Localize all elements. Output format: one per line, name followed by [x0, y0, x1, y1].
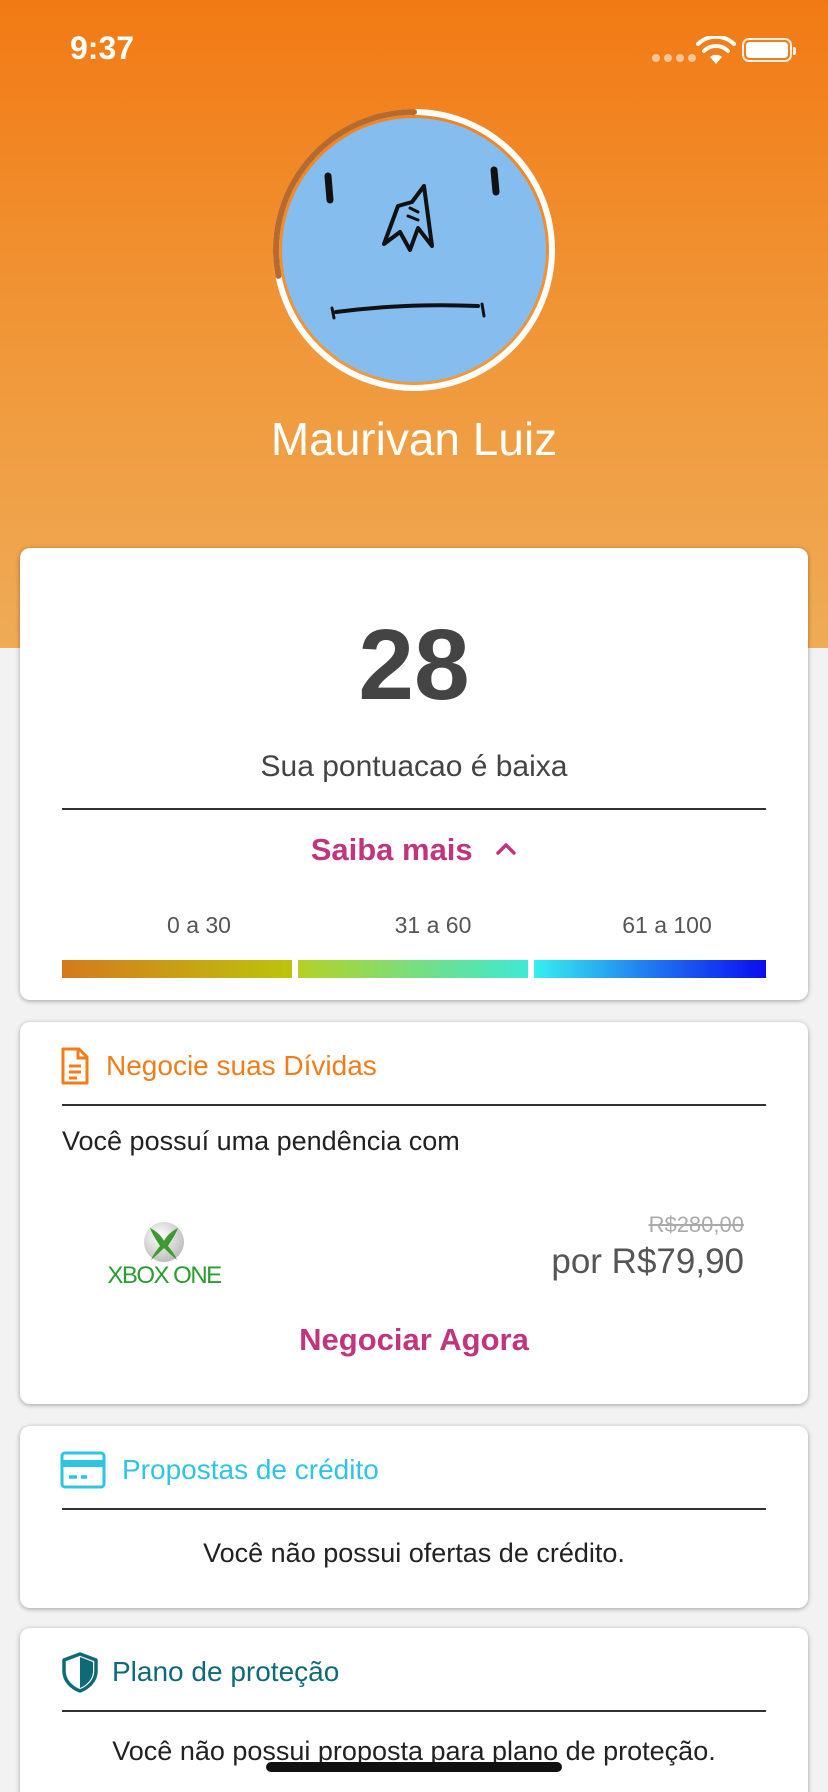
debt-card: Negocie suas Dívidas Você possuí uma pen…: [20, 1022, 808, 1404]
battery-icon: [742, 38, 796, 62]
credit-message: Você não possui ofertas de crédito.: [203, 1538, 625, 1568]
document-icon: [61, 1047, 89, 1085]
divider: [62, 808, 766, 810]
debt-card-title: Negocie suas Dívidas: [106, 1050, 377, 1081]
saiba-mais-button[interactable]: Saiba mais: [20, 832, 808, 868]
score-value: 28: [358, 609, 470, 721]
protection-card-header: Plano de proteção: [60, 1650, 339, 1694]
debt-description: Você possuí uma pendência com: [62, 1126, 460, 1156]
avatar[interactable]: [272, 108, 556, 392]
score-ring: [273, 109, 555, 391]
divider: [62, 1104, 766, 1106]
divider: [62, 1710, 766, 1712]
status-time: 9:37: [70, 30, 135, 66]
wifi-icon: [696, 36, 736, 64]
debt-card-header: Negocie suas Dívidas: [60, 1044, 377, 1088]
shield-icon: [62, 1652, 98, 1693]
negociar-agora-button[interactable]: Negociar Agora: [20, 1322, 808, 1358]
score-caption: Sua pontuacao é baixa: [260, 750, 568, 783]
home-indicator: [266, 1762, 562, 1772]
score-card: 28 Sua pontuacao é baixa Saiba mais 0 a …: [20, 548, 808, 1000]
status-bar: 9:37: [0, 0, 828, 100]
range-bar-mid: [298, 960, 528, 978]
credit-card-header: Propostas de crédito: [60, 1448, 379, 1492]
chevron-up-icon: [496, 843, 517, 855]
protection-card-title: Plano de proteção: [112, 1656, 340, 1687]
brand-name: XBOX ONE: [107, 1262, 222, 1289]
range-bar-high: [534, 960, 766, 978]
credit-card-icon: [60, 1451, 106, 1489]
old-price: R$280,00: [648, 1212, 744, 1237]
divider: [62, 1508, 766, 1510]
credit-card-title: Propostas de crédito: [122, 1454, 379, 1485]
user-name: Maurivan Luiz: [270, 413, 558, 465]
saiba-mais-label: Saiba mais: [310, 832, 473, 867]
new-price: por R$79,90: [551, 1242, 744, 1281]
signal-icon: [652, 54, 696, 62]
range-label-high: 61 a 100: [622, 912, 712, 938]
range-bar-low: [62, 960, 292, 978]
credit-card: Propostas de crédito Você não possui ofe…: [20, 1426, 808, 1608]
range-label-mid: 31 a 60: [394, 912, 472, 938]
range-label-low: 0 a 30: [167, 912, 231, 938]
